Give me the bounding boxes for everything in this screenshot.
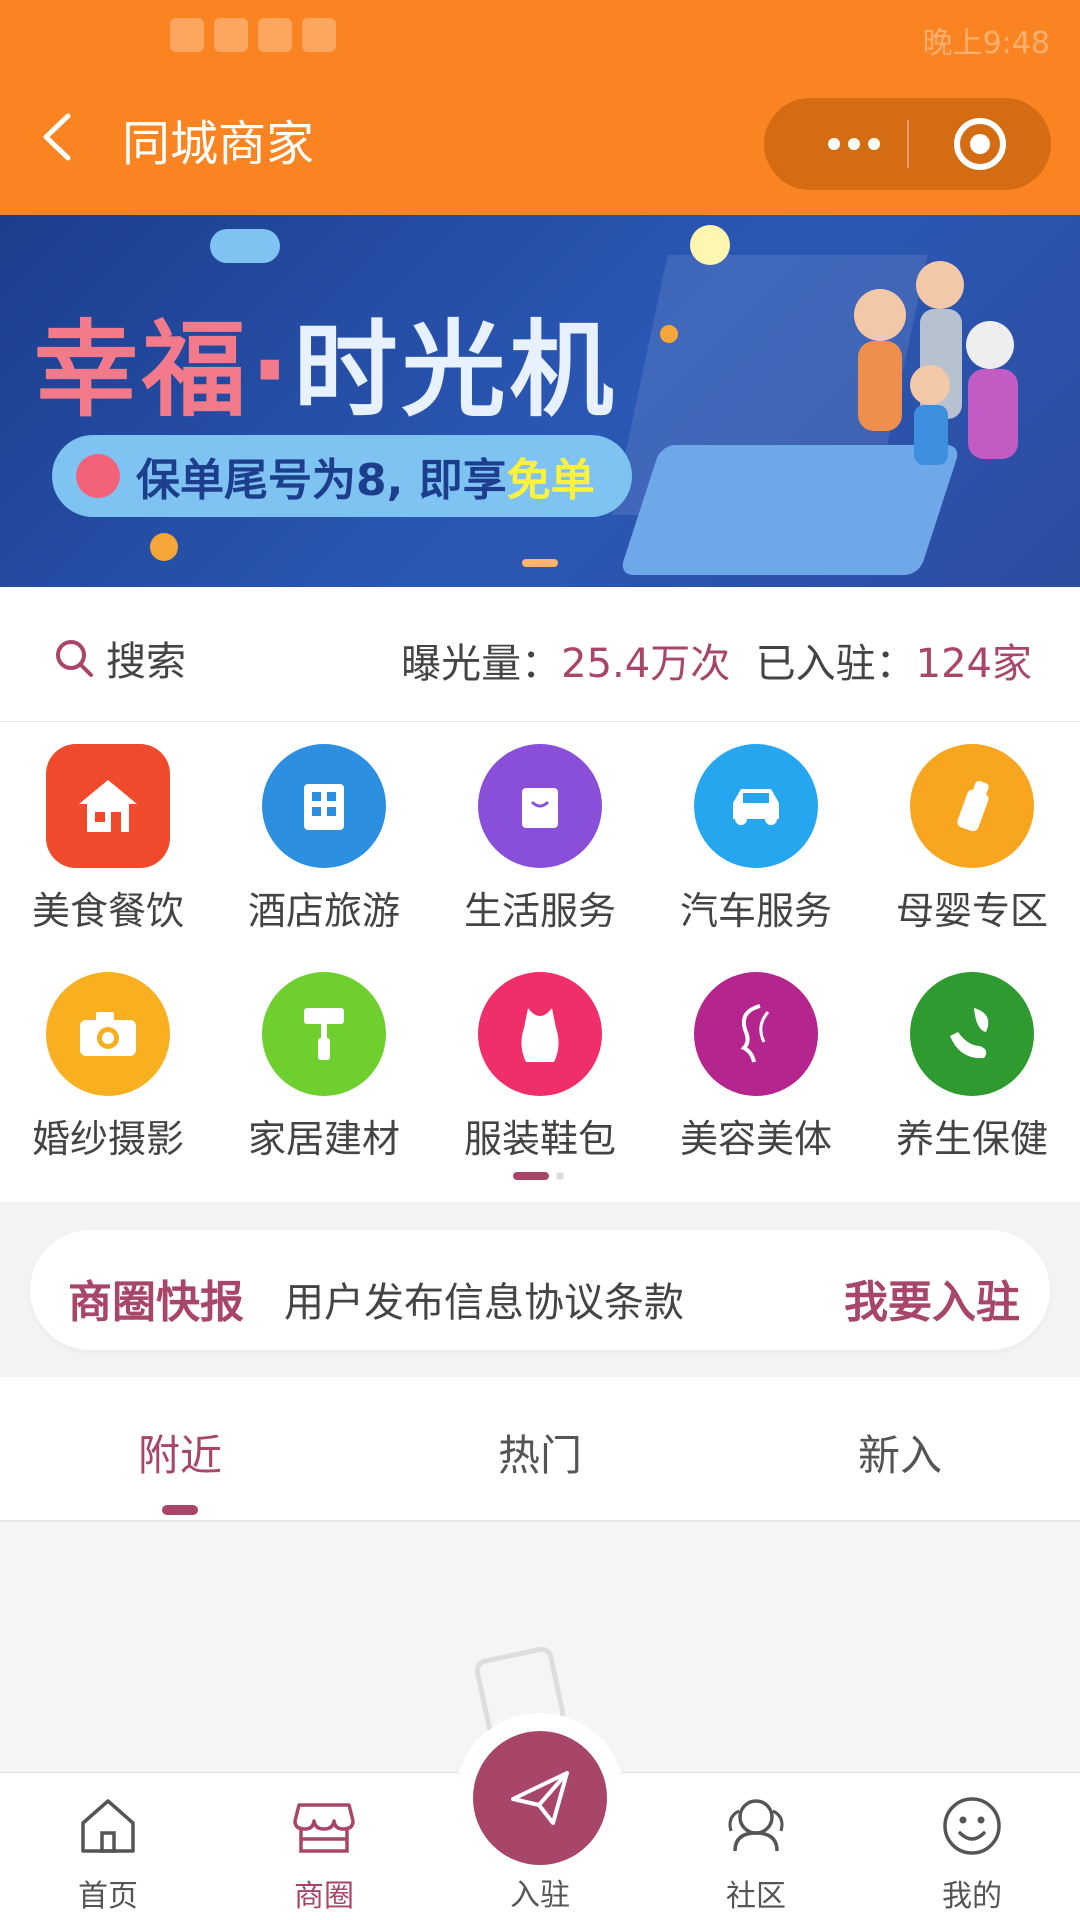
tab-active-indicator [162, 1505, 198, 1515]
nav-mine[interactable]: 我的 [864, 1793, 1080, 1915]
joined-value: 124家 [915, 641, 1032, 687]
tab-new[interactable]: 新入 [800, 1422, 1000, 1483]
category-grid: 美食餐饮 酒店旅游 生活服务 汽车服务 母婴专区 婚纱摄影 家居建材 服装鞋包 … [0, 722, 1080, 1202]
back-icon[interactable] [40, 112, 74, 162]
nav-business[interactable]: 商圈 [216, 1793, 432, 1915]
category-label: 婚纱摄影 [31, 1117, 184, 1161]
category-home-building[interactable]: 家居建材 [216, 950, 432, 1161]
list-tabs: 附近 热门 新入 [0, 1377, 1080, 1522]
search-button[interactable]: 搜索 [52, 629, 186, 687]
family-illustration [854, 261, 1018, 465]
house-icon [46, 744, 170, 868]
category-label: 母婴专区 [895, 889, 1048, 933]
banner-indicator [522, 559, 558, 567]
notice-card: 商圈快报 用户发布信息协议条款 我要入驻 [30, 1230, 1050, 1350]
status-app-icons [170, 18, 336, 52]
status-bar: 晚上9:48 [0, 0, 1080, 70]
banner-title: 幸福·时光机 [34, 285, 618, 436]
app-icon [258, 18, 292, 52]
dot-decoration [660, 325, 678, 343]
tab-hot[interactable]: 热门 [440, 1422, 640, 1483]
nav-business-label: 商圈 [294, 1879, 354, 1914]
category-label: 生活服务 [463, 889, 616, 933]
notice-tag: 商圈快报 [68, 1277, 244, 1328]
banner-title-part2: 时光机 [293, 309, 618, 431]
category-wedding-photo[interactable]: 婚纱摄影 [0, 950, 216, 1161]
category-label: 家居建材 [247, 1117, 400, 1161]
category-mother-baby[interactable]: 母婴专区 [864, 722, 1080, 933]
stats-summary: 曝光量：25.4万次 已入驻：124家 [401, 631, 1032, 689]
join-now-button[interactable]: 我要入驻 [844, 1266, 1020, 1330]
tab-nearby[interactable]: 附近 [80, 1422, 280, 1483]
dot-decoration [150, 533, 178, 561]
notice-section: 商圈快报 用户发布信息协议条款 我要入驻 [0, 1202, 1080, 1377]
category-label: 美容美体 [679, 1117, 832, 1161]
category-clothing[interactable]: 服装鞋包 [432, 950, 648, 1161]
search-icon [56, 640, 93, 677]
baby-bottle-icon [910, 744, 1034, 868]
nav-join-label: 入驻 [510, 1878, 570, 1913]
category-label: 美食餐饮 [31, 889, 184, 933]
top-bar: 晚上9:48 同城商家 [0, 0, 1080, 215]
banner-subtitle: 保单尾号为8, 即享 [136, 455, 507, 506]
exposure-value: 25.4万次 [561, 641, 731, 687]
smile-icon [943, 1797, 1001, 1855]
community-icon [728, 1799, 784, 1852]
category-hotel[interactable]: 酒店旅游 [216, 722, 432, 933]
bag-icon [478, 744, 602, 868]
category-car-service[interactable]: 汽车服务 [648, 722, 864, 933]
join-fab-button[interactable] [473, 1731, 607, 1865]
category-health[interactable]: 养生保健 [864, 950, 1080, 1161]
category-label: 服装鞋包 [463, 1117, 616, 1161]
close-target-icon[interactable] [954, 118, 1006, 170]
app-icon [214, 18, 248, 52]
banner-subtitle-highlight: 免单 [506, 455, 595, 506]
nav-home[interactable]: 首页 [0, 1793, 216, 1915]
lamp-decoration [690, 225, 730, 265]
banner-title-part1: 幸福· [34, 309, 294, 431]
category-food[interactable]: 美食餐饮 [0, 722, 216, 933]
nav-community-label: 社区 [726, 1879, 786, 1914]
leaf-hand-icon [910, 972, 1034, 1096]
heart-icon [76, 454, 120, 498]
app-icon [302, 18, 336, 52]
app-icon [170, 18, 204, 52]
clothing-icon [478, 972, 602, 1096]
camera-icon [46, 972, 170, 1096]
banner-subtitle-pill: 保单尾号为8, 即享免单 [52, 435, 632, 517]
cloud-decoration [210, 229, 280, 263]
store-icon [293, 1803, 355, 1853]
search-label: 搜索 [106, 639, 186, 685]
promo-banner[interactable]: 幸福·时光机 保单尾号为8, 即享免单 [0, 215, 1080, 587]
notice-message[interactable]: 用户发布信息协议条款 [284, 1270, 684, 1328]
joined-label: 已入驻： [755, 641, 916, 687]
page-title: 同城商家 [122, 116, 315, 172]
category-label: 酒店旅游 [247, 889, 400, 933]
category-label: 养生保健 [895, 1117, 1048, 1161]
nav-mine-label: 我的 [942, 1879, 1002, 1914]
nav-home-label: 首页 [78, 1879, 138, 1914]
exposure-label: 曝光量： [401, 641, 562, 687]
category-life-service[interactable]: 生活服务 [432, 722, 648, 933]
home-icon [81, 1799, 135, 1853]
nav-community[interactable]: 社区 [648, 1793, 864, 1915]
woman-face-icon [694, 972, 818, 1096]
more-icon[interactable] [804, 98, 904, 190]
capsule-divider [907, 120, 909, 168]
category-pager-dot [556, 1172, 564, 1180]
building-icon [262, 744, 386, 868]
mini-program-capsule [764, 98, 1051, 190]
status-time: 晚上9:48 [922, 26, 1050, 61]
category-pager-active [513, 1172, 549, 1180]
paper-plane-icon [511, 1771, 569, 1825]
car-icon [694, 744, 818, 868]
stats-bar: 搜索 曝光量：25.4万次 已入驻：124家 [0, 587, 1080, 722]
category-beauty[interactable]: 美容美体 [648, 950, 864, 1161]
paint-roller-icon [262, 972, 386, 1096]
category-label: 汽车服务 [679, 889, 832, 933]
